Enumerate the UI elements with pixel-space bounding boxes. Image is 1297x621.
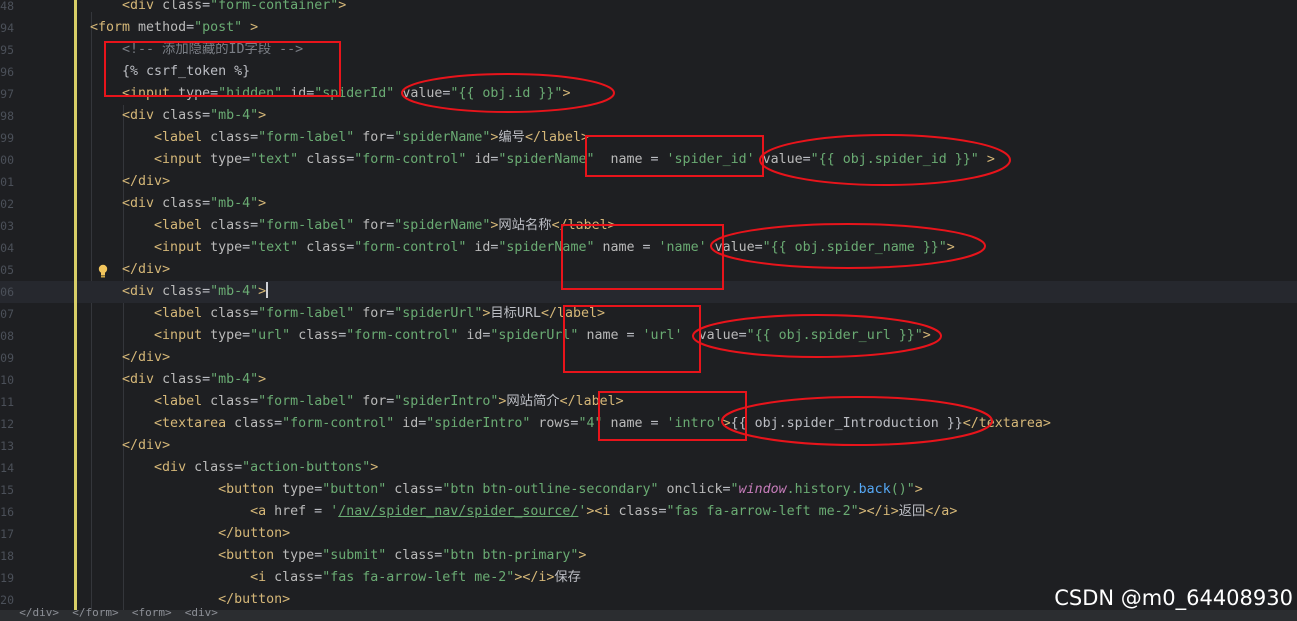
annotation-ellipse xyxy=(401,73,615,113)
annotation-ellipse xyxy=(710,223,986,269)
annotation-box xyxy=(561,224,724,290)
code-editor[interactable]: 48 <div class="form-container"> 94 <form m… xyxy=(0,0,1297,621)
breadcrumb-text: </div> </form> <form> <div> xyxy=(6,606,218,619)
breadcrumb-bar[interactable]: </div> </form> <form> <div> xyxy=(0,606,1297,621)
annotation-box xyxy=(104,41,341,97)
watermark: CSDN @m0_64408930 xyxy=(1054,586,1293,610)
red-annotations xyxy=(104,41,1011,446)
annotation-box xyxy=(585,135,764,177)
annotation-box xyxy=(563,305,701,373)
annotation-ellipse xyxy=(692,314,942,358)
annotation-ellipse xyxy=(721,396,993,446)
annotation-ellipse xyxy=(759,134,1011,186)
